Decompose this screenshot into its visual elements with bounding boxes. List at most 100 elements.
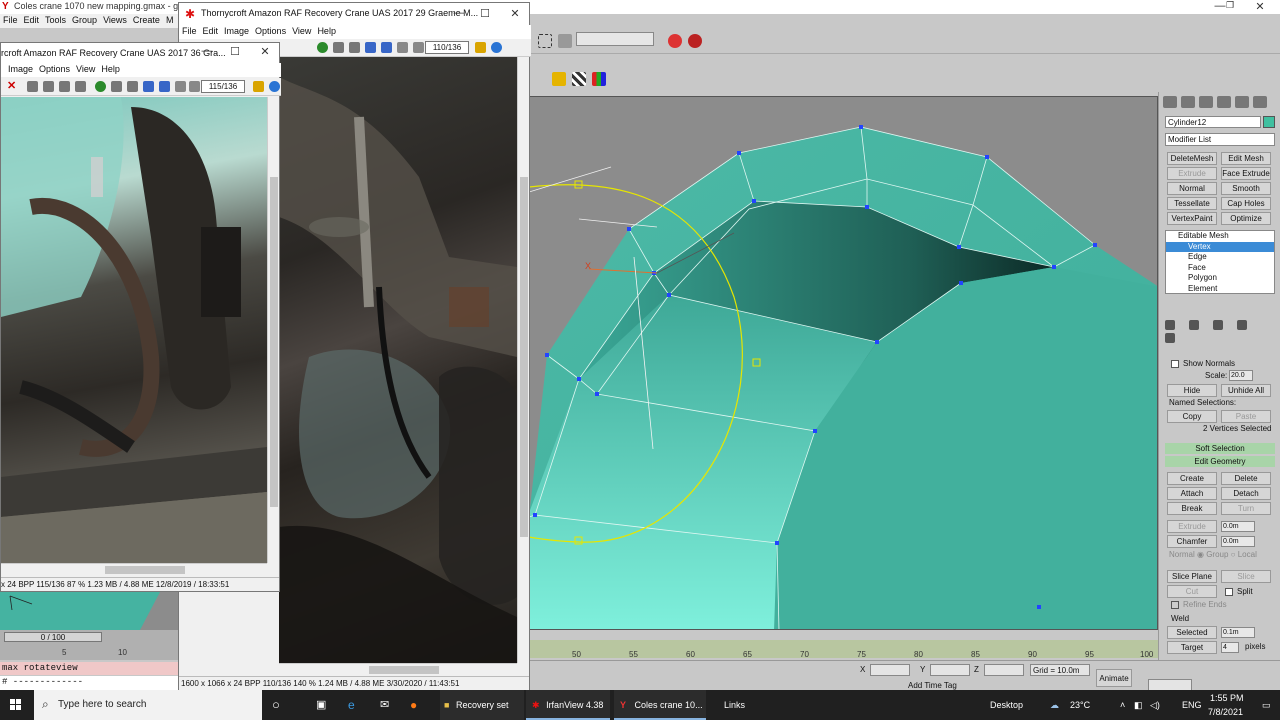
- desktop-toolbar[interactable]: Desktop: [990, 690, 1023, 720]
- stack-item-face[interactable]: Face: [1166, 263, 1274, 274]
- chamfer-button[interactable]: Chamfer: [1167, 535, 1217, 548]
- previous-icon[interactable]: [365, 42, 376, 53]
- create-tab-icon[interactable]: [1163, 96, 1177, 108]
- edit-icon[interactable]: [253, 81, 264, 92]
- menu-view[interactable]: View: [73, 63, 98, 75]
- menu-tools[interactable]: Tools: [42, 14, 69, 26]
- refine-ends-checkbox[interactable]: [1171, 601, 1179, 609]
- unhide-all-button[interactable]: Unhide All: [1221, 384, 1271, 397]
- next-icon[interactable]: [159, 81, 170, 92]
- add-time-tag[interactable]: Add Time Tag: [908, 681, 957, 690]
- language-indicator[interactable]: ENG: [1182, 690, 1202, 720]
- menu-views[interactable]: Views: [100, 14, 130, 26]
- taskbar-app-recovery-set[interactable]: ■ Recovery set: [440, 690, 524, 720]
- stack-item-vertex[interactable]: Vertex: [1166, 241, 1274, 252]
- delete-icon[interactable]: ✕: [7, 81, 18, 92]
- menu-file[interactable]: File: [179, 25, 200, 37]
- material-editor-icon[interactable]: [668, 34, 682, 48]
- y-coord-field[interactable]: [930, 664, 970, 676]
- make-unique-icon[interactable]: [1213, 320, 1223, 330]
- trackbar[interactable]: 50 55 60 65 70 75 80 85 90 95 100: [528, 640, 1158, 659]
- copy-button[interactable]: Copy: [1167, 410, 1217, 423]
- perspective-viewport[interactable]: X: [528, 96, 1158, 630]
- info-icon[interactable]: [317, 42, 328, 53]
- cut-button[interactable]: Cut: [1167, 585, 1217, 598]
- zoom-out-icon[interactable]: [127, 81, 138, 92]
- zoom-out-icon[interactable]: [349, 42, 360, 53]
- print-icon[interactable]: [189, 81, 200, 92]
- thumbnails-icon[interactable]: [397, 42, 408, 53]
- menu-file[interactable]: File: [0, 14, 21, 26]
- attach-button[interactable]: Attach: [1167, 487, 1217, 500]
- smooth-button[interactable]: Smooth: [1221, 182, 1271, 195]
- start-button[interactable]: [0, 690, 32, 720]
- copy-icon[interactable]: [43, 81, 54, 92]
- z-coord-field[interactable]: [984, 664, 1024, 676]
- tray-chevron-icon[interactable]: ˄: [1120, 690, 1125, 720]
- clock-date[interactable]: 7/8/2021: [1208, 697, 1243, 720]
- menu-edit[interactable]: Edit: [200, 25, 222, 37]
- maxscript-listener[interactable]: max rotateview: [0, 662, 180, 675]
- zoom-in-icon[interactable]: [333, 42, 344, 53]
- motion-tab-icon[interactable]: [1217, 96, 1231, 108]
- extrude-modifier-button[interactable]: Extrude: [1167, 167, 1217, 180]
- undo-icon[interactable]: [75, 81, 86, 92]
- normal-button[interactable]: Normal: [1167, 182, 1217, 195]
- stack-item-element[interactable]: Element: [1166, 284, 1274, 295]
- scroll-thumb[interactable]: [369, 666, 439, 674]
- info-icon[interactable]: [95, 81, 106, 92]
- thumbnails-icon[interactable]: [175, 81, 186, 92]
- horizontal-scrollbar[interactable]: [279, 663, 517, 675]
- menu-modifiers[interactable]: M: [163, 14, 177, 26]
- edit-mesh-button[interactable]: Edit Mesh: [1221, 152, 1271, 165]
- menu-help[interactable]: Help: [98, 63, 123, 75]
- hierarchy-tab-icon[interactable]: [1199, 96, 1213, 108]
- animate-button[interactable]: Animate: [1096, 669, 1132, 687]
- normal-group-local-radio[interactable]: Normal ◉ Group ○ Local: [1169, 550, 1257, 559]
- next-icon[interactable]: [381, 42, 392, 53]
- delete-button[interactable]: Delete: [1221, 472, 1271, 485]
- break-button[interactable]: Break: [1167, 502, 1217, 515]
- display-tab-icon[interactable]: [1235, 96, 1249, 108]
- task-view-icon[interactable]: ○: [272, 690, 280, 720]
- edit-geometry-rollout[interactable]: Edit Geometry: [1165, 456, 1275, 467]
- modify-tab-icon[interactable]: [1181, 96, 1195, 108]
- mirror-icon[interactable]: [558, 34, 572, 48]
- scroll-thumb[interactable]: [270, 177, 278, 507]
- select-region-icon[interactable]: [538, 34, 552, 48]
- turn-button[interactable]: Turn: [1221, 502, 1271, 515]
- render-icon[interactable]: [688, 34, 702, 48]
- secondary-viewport[interactable]: [0, 592, 180, 630]
- menu-create[interactable]: Create: [130, 14, 163, 26]
- optimize-button[interactable]: Optimize: [1221, 212, 1271, 225]
- edit-icon[interactable]: [475, 42, 486, 53]
- pin-stack-icon[interactable]: [1165, 320, 1175, 330]
- weld-threshold-field[interactable]: 0.1m: [1221, 627, 1255, 638]
- edge-icon[interactable]: e: [348, 690, 355, 720]
- maxscript-input[interactable]: # -------------: [0, 676, 180, 690]
- previous-icon[interactable]: [143, 81, 154, 92]
- scroll-thumb[interactable]: [520, 177, 528, 537]
- color-clipboard-icon[interactable]: [592, 72, 606, 86]
- cut-icon[interactable]: [27, 81, 38, 92]
- weather-temperature[interactable]: 23°C: [1070, 690, 1090, 720]
- object-color-swatch[interactable]: [1263, 116, 1275, 128]
- paste-icon[interactable]: [59, 81, 70, 92]
- taskbar-app-links[interactable]: Links: [710, 690, 770, 720]
- print-icon[interactable]: [413, 42, 424, 53]
- configure-sets-icon[interactable]: [1165, 333, 1175, 343]
- weld-target-pixels-field[interactable]: 4: [1221, 642, 1239, 653]
- show-normals-checkbox[interactable]: [1171, 360, 1179, 368]
- soft-selection-rollout[interactable]: Soft Selection: [1165, 443, 1275, 454]
- detach-button[interactable]: Detach: [1221, 487, 1271, 500]
- scroll-thumb[interactable]: [105, 566, 185, 574]
- stack-item-edge[interactable]: Edge: [1166, 252, 1274, 263]
- split-checkbox[interactable]: [1225, 588, 1233, 596]
- vertical-scrollbar[interactable]: [267, 97, 279, 563]
- tessellate-button[interactable]: Tessellate: [1167, 197, 1217, 210]
- vertexpaint-button[interactable]: VertexPaint: [1167, 212, 1217, 225]
- close-icon[interactable]: ✕: [495, 7, 535, 20]
- restore-icon[interactable]: ❐: [1210, 0, 1250, 11]
- menu-edit[interactable]: Edit: [21, 14, 43, 26]
- frame-slider[interactable]: 0 / 100: [4, 632, 102, 642]
